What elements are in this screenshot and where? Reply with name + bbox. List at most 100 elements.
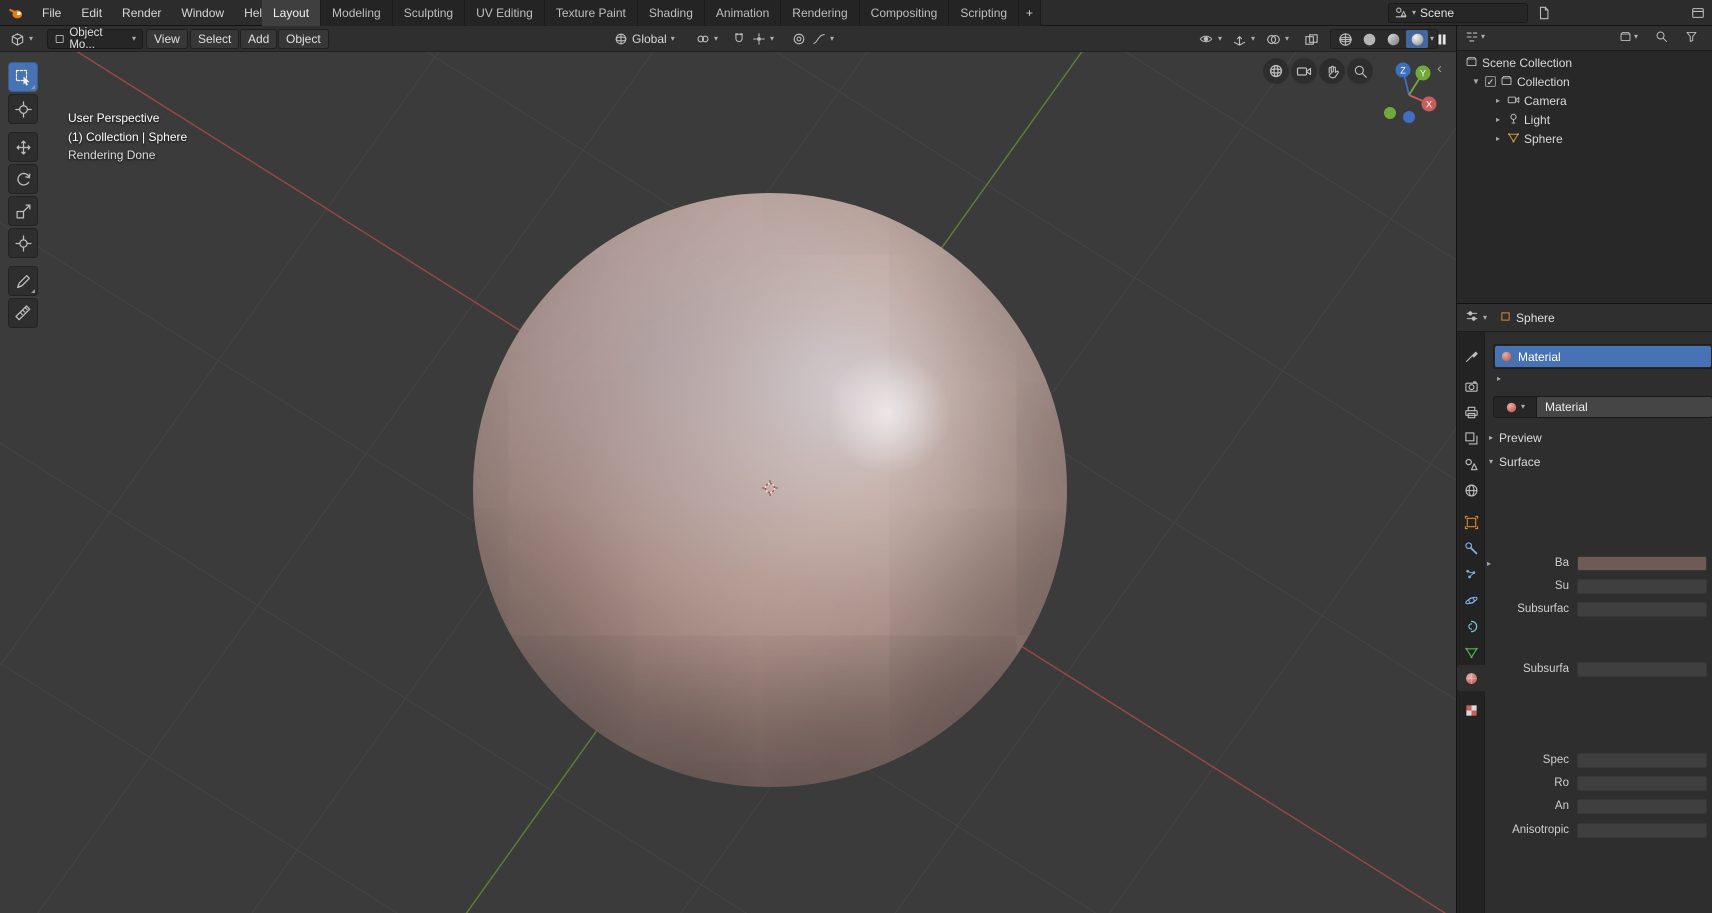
properties-editor-type-button[interactable] [1465,309,1479,326]
menu-render[interactable]: Render [112,0,171,26]
material-slot-item[interactable]: Material [1495,346,1711,367]
add-menu[interactable]: Add [240,29,277,49]
blender-logo[interactable] [8,6,24,20]
tab-layout[interactable]: Layout [262,0,321,26]
shading-wireframe-button[interactable] [1334,30,1356,48]
menu-edit[interactable]: Edit [71,0,112,26]
tab-material[interactable] [1457,665,1485,691]
menu-file[interactable]: File [32,0,71,26]
subsurface-radius-field[interactable] [1577,602,1707,617]
tab-compositing[interactable]: Compositing [860,0,950,26]
shading-solid-button[interactable] [1358,30,1380,48]
outliner-row-light[interactable]: ▸ Light [1457,110,1712,129]
outliner-row-collection[interactable]: ▼ ✓ Collection [1457,72,1712,91]
overlays-dropdown[interactable]: ▾ [1262,29,1293,49]
proportional-falloff-dropdown[interactable]: ▾ [808,29,838,49]
subsurface-color-field[interactable] [1577,662,1707,677]
shading-rendered-button[interactable] [1406,30,1428,48]
3d-viewport[interactable]: User Perspective (1) Collection | Sphere… [0,52,1456,913]
select-box-tool[interactable] [8,62,38,92]
tab-shading[interactable]: Shading [638,0,705,26]
tab-scripting[interactable]: Scripting [949,0,1019,26]
axis-neg-z-ball[interactable] [1403,111,1415,123]
xray-toggle[interactable] [1300,29,1323,49]
gizmos-dropdown[interactable]: ▾ [1228,29,1259,49]
scale-tool[interactable] [8,196,38,226]
anisotropic-rotation-slider[interactable] [1577,823,1707,838]
expand-icon[interactable]: ▸ [1493,134,1503,143]
tab-rendering[interactable]: Rendering [781,0,859,26]
view-menu[interactable]: View [146,29,188,49]
rotate-tool[interactable] [8,164,38,194]
proportional-editing-toggle[interactable] [788,29,810,49]
axis-y-ball[interactable]: Y [1416,66,1431,81]
outliner-row-camera[interactable]: ▸ Camera [1457,91,1712,110]
expand-icon[interactable]: ▸ [1493,115,1503,124]
search-icon[interactable] [1655,30,1668,43]
annotate-tool[interactable] [8,266,38,296]
tab-tool[interactable] [1457,343,1485,369]
navigation-gizmo[interactable]: Z Y X [1376,56,1446,126]
new-scene-button[interactable] [1534,3,1554,23]
outliner-row-scene-collection[interactable]: Scene Collection [1457,53,1712,72]
select-menu[interactable]: Select [190,29,239,49]
tab-particles[interactable] [1457,561,1485,587]
specular-slider[interactable] [1577,753,1707,768]
shading-material-button[interactable] [1382,30,1404,48]
editor-type-button[interactable]: ▾ [6,29,37,49]
scene-selector[interactable]: ▾ Scene [1388,3,1528,23]
filter-icon[interactable] [1685,30,1698,43]
tab-texture[interactable] [1457,697,1485,723]
object-menu[interactable]: Object [278,29,329,49]
camera-view-button[interactable] [1291,58,1317,84]
move-tool[interactable] [8,132,38,162]
roughness-slider[interactable] [1577,776,1707,791]
surface-panel-header[interactable]: ▾ Surface [1489,452,1540,472]
tab-modeling[interactable]: Modeling [321,0,393,26]
outliner-editor-type-button[interactable]: ▾ [1465,30,1485,44]
tab-uv-editing[interactable]: UV Editing [465,0,545,26]
tab-constraints[interactable] [1457,613,1485,639]
pivot-point-dropdown[interactable]: ▾ [692,29,722,49]
tab-animation[interactable]: Animation [705,0,781,26]
axis-neg-y-ball[interactable] [1384,107,1396,119]
add-workspace-button[interactable]: + [1019,0,1041,26]
collection-checkbox[interactable]: ✓ [1485,76,1496,87]
tab-object[interactable] [1457,509,1485,535]
move-view-hand-button[interactable] [1319,58,1345,84]
tab-object-data[interactable] [1457,639,1485,665]
tab-scene[interactable] [1457,451,1485,477]
preview-panel-header[interactable]: ▸ Preview [1489,428,1542,448]
snap-toggle[interactable] [728,29,750,49]
tab-output[interactable] [1457,399,1485,425]
subsurface-slider[interactable] [1577,579,1707,594]
tab-texture-paint[interactable]: Texture Paint [545,0,638,26]
anisotropic-slider[interactable] [1577,799,1707,814]
mode-dropdown[interactable]: Object Mo... ▾ [47,29,143,49]
pause-render-button[interactable] [1432,29,1452,49]
browse-material-button[interactable]: ▾ [1493,396,1537,418]
transform-tool[interactable] [8,228,38,258]
tab-sculpting[interactable]: Sculpting [393,0,465,26]
slot-specials-icon[interactable]: ▸ [1497,374,1501,383]
3d-cursor[interactable] [762,480,778,496]
sidebar-collapse-arrow[interactable]: ‹ [1437,60,1442,77]
snap-target-dropdown[interactable]: ▾ [748,29,778,49]
orbit-gizmo-button[interactable] [1263,58,1289,84]
measure-tool[interactable] [8,298,38,328]
base-color-swatch[interactable] [1577,556,1707,571]
expand-icon[interactable]: ▸ [1493,96,1503,105]
axis-z-ball[interactable]: Z [1396,63,1411,78]
tab-world[interactable] [1457,477,1485,503]
collapse-icon[interactable]: ▼ [1471,77,1481,86]
outliner-row-sphere[interactable]: ▸ Sphere [1457,129,1712,148]
menu-window[interactable]: Window [171,0,234,26]
cursor-tool[interactable] [8,94,38,124]
display-mode-dropdown[interactable]: ▾ [1619,30,1638,43]
axis-x-ball[interactable]: X [1422,97,1437,112]
tab-modifiers[interactable] [1457,535,1485,561]
material-name-field[interactable]: Material [1537,396,1712,418]
transform-orientation-dropdown[interactable]: Global ▾ [610,29,679,49]
window-icon[interactable] [1688,3,1708,23]
tab-render[interactable] [1457,373,1485,399]
